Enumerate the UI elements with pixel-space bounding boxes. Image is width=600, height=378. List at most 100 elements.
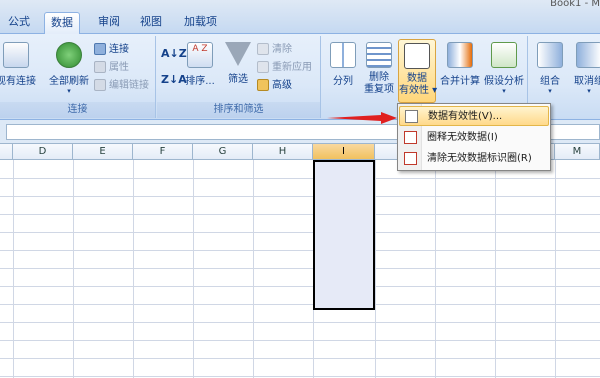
- data-validation-label-line2: 有效性: [399, 85, 429, 96]
- grid-hline: [0, 376, 600, 377]
- ribbon-tab-bar: Book1 - M 公式 数据 审阅 视图 加载项: [0, 0, 600, 34]
- existing-connections-icon: [3, 42, 29, 68]
- group-label: 组合: [540, 76, 560, 87]
- remove-duplicates-button[interactable]: 删除 重复项: [362, 42, 396, 96]
- sort-dialog-icon: A Z: [187, 42, 213, 68]
- grid-vline: [375, 160, 376, 378]
- sort-descending-button[interactable]: Z↓A: [161, 72, 187, 88]
- menu-item-circle-invalid-label: 圈释无效数据(I): [427, 132, 498, 143]
- grid-vline: [435, 160, 436, 378]
- tab-addins[interactable]: 加载项: [178, 12, 223, 34]
- grid-vline: [193, 160, 194, 378]
- grid-hline: [0, 178, 600, 179]
- worksheet-grid[interactable]: D E F G H I J K L M: [0, 144, 600, 378]
- grid-hline: [0, 358, 600, 359]
- properties-button[interactable]: 属性: [94, 60, 129, 76]
- advanced-filter-button[interactable]: 高级: [257, 78, 292, 94]
- window-title: Book1 - M: [550, 0, 600, 8]
- refresh-icon: [56, 42, 82, 68]
- clear-filter-button[interactable]: 清除: [257, 42, 292, 58]
- menu-item-clear-circles-label: 清除无效数据标识圈(R): [427, 153, 532, 164]
- column-header-C[interactable]: [0, 144, 13, 160]
- advanced-filter-icon: [257, 79, 269, 91]
- sort-filter-group-label: 排序和筛选: [157, 102, 320, 118]
- grid-vline: [555, 160, 556, 378]
- edit-links-label: 编辑链接: [109, 80, 149, 91]
- clear-filter-icon: [257, 43, 269, 55]
- connections-button[interactable]: 连接: [94, 42, 129, 58]
- menu-item-circle-invalid[interactable]: 圈释无效数据(I): [399, 128, 549, 148]
- ungroup-dropdown-arrow-icon[interactable]: ▾: [569, 87, 600, 95]
- tab-view[interactable]: 视图: [134, 12, 168, 34]
- column-header-H[interactable]: H: [253, 144, 313, 160]
- consolidate-button[interactable]: 合并计算: [440, 42, 480, 87]
- grid-vline: [495, 160, 496, 378]
- column-header-F[interactable]: F: [133, 144, 193, 160]
- sort-descending-icon: Z↓A: [161, 73, 187, 86]
- what-if-dropdown-arrow-icon[interactable]: ▾: [482, 87, 526, 95]
- text-to-columns-icon: [330, 42, 356, 68]
- refresh-all-button[interactable]: 全部刷新 ▾: [46, 42, 92, 95]
- consolidate-label: 合并计算: [440, 76, 480, 87]
- grid-hline: [0, 214, 600, 215]
- what-if-label: 假设分析: [484, 76, 524, 87]
- connections-label: 连接: [109, 44, 129, 55]
- existing-connections-label: 现有连接: [0, 76, 36, 87]
- grid-hline: [0, 196, 600, 197]
- filter-button[interactable]: 筛选: [223, 42, 253, 85]
- remove-duplicates-icon: [366, 42, 392, 68]
- grid-hline: [0, 232, 600, 233]
- group-button[interactable]: 组合 ▾: [535, 42, 565, 95]
- data-validation-button[interactable]: 数据 有效性 ▾: [398, 39, 437, 103]
- column-header-D[interactable]: D: [13, 144, 73, 160]
- advanced-filter-label: 高级: [272, 80, 292, 91]
- menu-item-data-validation[interactable]: 数据有效性(V)...: [399, 106, 549, 126]
- menu-item-clear-circles[interactable]: 清除无效数据标识圈(R): [399, 149, 549, 169]
- tab-data[interactable]: 数据: [44, 12, 80, 34]
- data-validation-menu: 数据有效性(V)... 圈释无效数据(I) 清除无效数据标识圈(R): [397, 103, 551, 171]
- filter-label: 筛选: [228, 74, 248, 85]
- refresh-dropdown-arrow-icon[interactable]: ▾: [46, 87, 92, 95]
- connections-icon: [94, 43, 106, 55]
- data-validation-dropdown-arrow-icon[interactable]: ▾: [429, 85, 437, 96]
- menu-item-data-validation-label: 数据有效性(V)...: [428, 111, 503, 122]
- existing-connections-button[interactable]: 现有连接: [0, 42, 38, 87]
- reapply-button[interactable]: 重新应用: [257, 60, 312, 76]
- sort-filter-group: A↓Z Z↓A A Z 排序... 筛选 清除 重新应用 高级 排序和筛选: [157, 36, 321, 118]
- data-validation-icon: [404, 43, 430, 69]
- grid-hline: [0, 268, 600, 269]
- remove-duplicates-label-line1: 删除: [369, 72, 389, 83]
- grid-hline: [0, 250, 600, 251]
- what-if-analysis-button[interactable]: 假设分析 ▾: [482, 42, 526, 95]
- column-header-I[interactable]: I: [313, 144, 375, 160]
- tab-formulas[interactable]: 公式: [2, 12, 36, 34]
- circle-invalid-icon: [404, 131, 417, 144]
- remove-duplicates-label-line2: 重复项: [364, 84, 394, 95]
- ungroup-button[interactable]: 取消组 ▾: [569, 42, 600, 95]
- column-header-E[interactable]: E: [73, 144, 133, 160]
- reapply-icon: [257, 61, 269, 73]
- tab-review[interactable]: 审阅: [92, 12, 126, 34]
- sort-ascending-button[interactable]: A↓Z: [161, 46, 187, 62]
- group-dropdown-arrow-icon[interactable]: ▾: [535, 87, 565, 95]
- data-validation-label-line1: 数据: [407, 73, 427, 84]
- refresh-all-label: 全部刷新: [49, 76, 89, 87]
- column-header-M[interactable]: M: [555, 144, 600, 160]
- grid-vline: [133, 160, 134, 378]
- ungroup-label: 取消组: [574, 76, 600, 87]
- sort-label: 排序...: [185, 76, 215, 87]
- column-header-G[interactable]: G: [193, 144, 253, 160]
- clear-circles-icon: [404, 152, 417, 165]
- text-to-columns-button[interactable]: 分列: [328, 42, 358, 87]
- selected-range[interactable]: [313, 160, 375, 310]
- group-icon: [537, 42, 563, 68]
- text-to-columns-label: 分列: [333, 76, 353, 87]
- sort-button[interactable]: A Z 排序...: [185, 42, 215, 87]
- red-arrow-annotation-icon: [327, 112, 397, 124]
- grid-hline: [0, 322, 600, 323]
- properties-icon: [94, 61, 106, 73]
- connections-group-label: 连接: [0, 102, 155, 118]
- grid-vline: [13, 160, 14, 378]
- grid-vline: [253, 160, 254, 378]
- edit-links-button[interactable]: 编辑链接: [94, 78, 149, 94]
